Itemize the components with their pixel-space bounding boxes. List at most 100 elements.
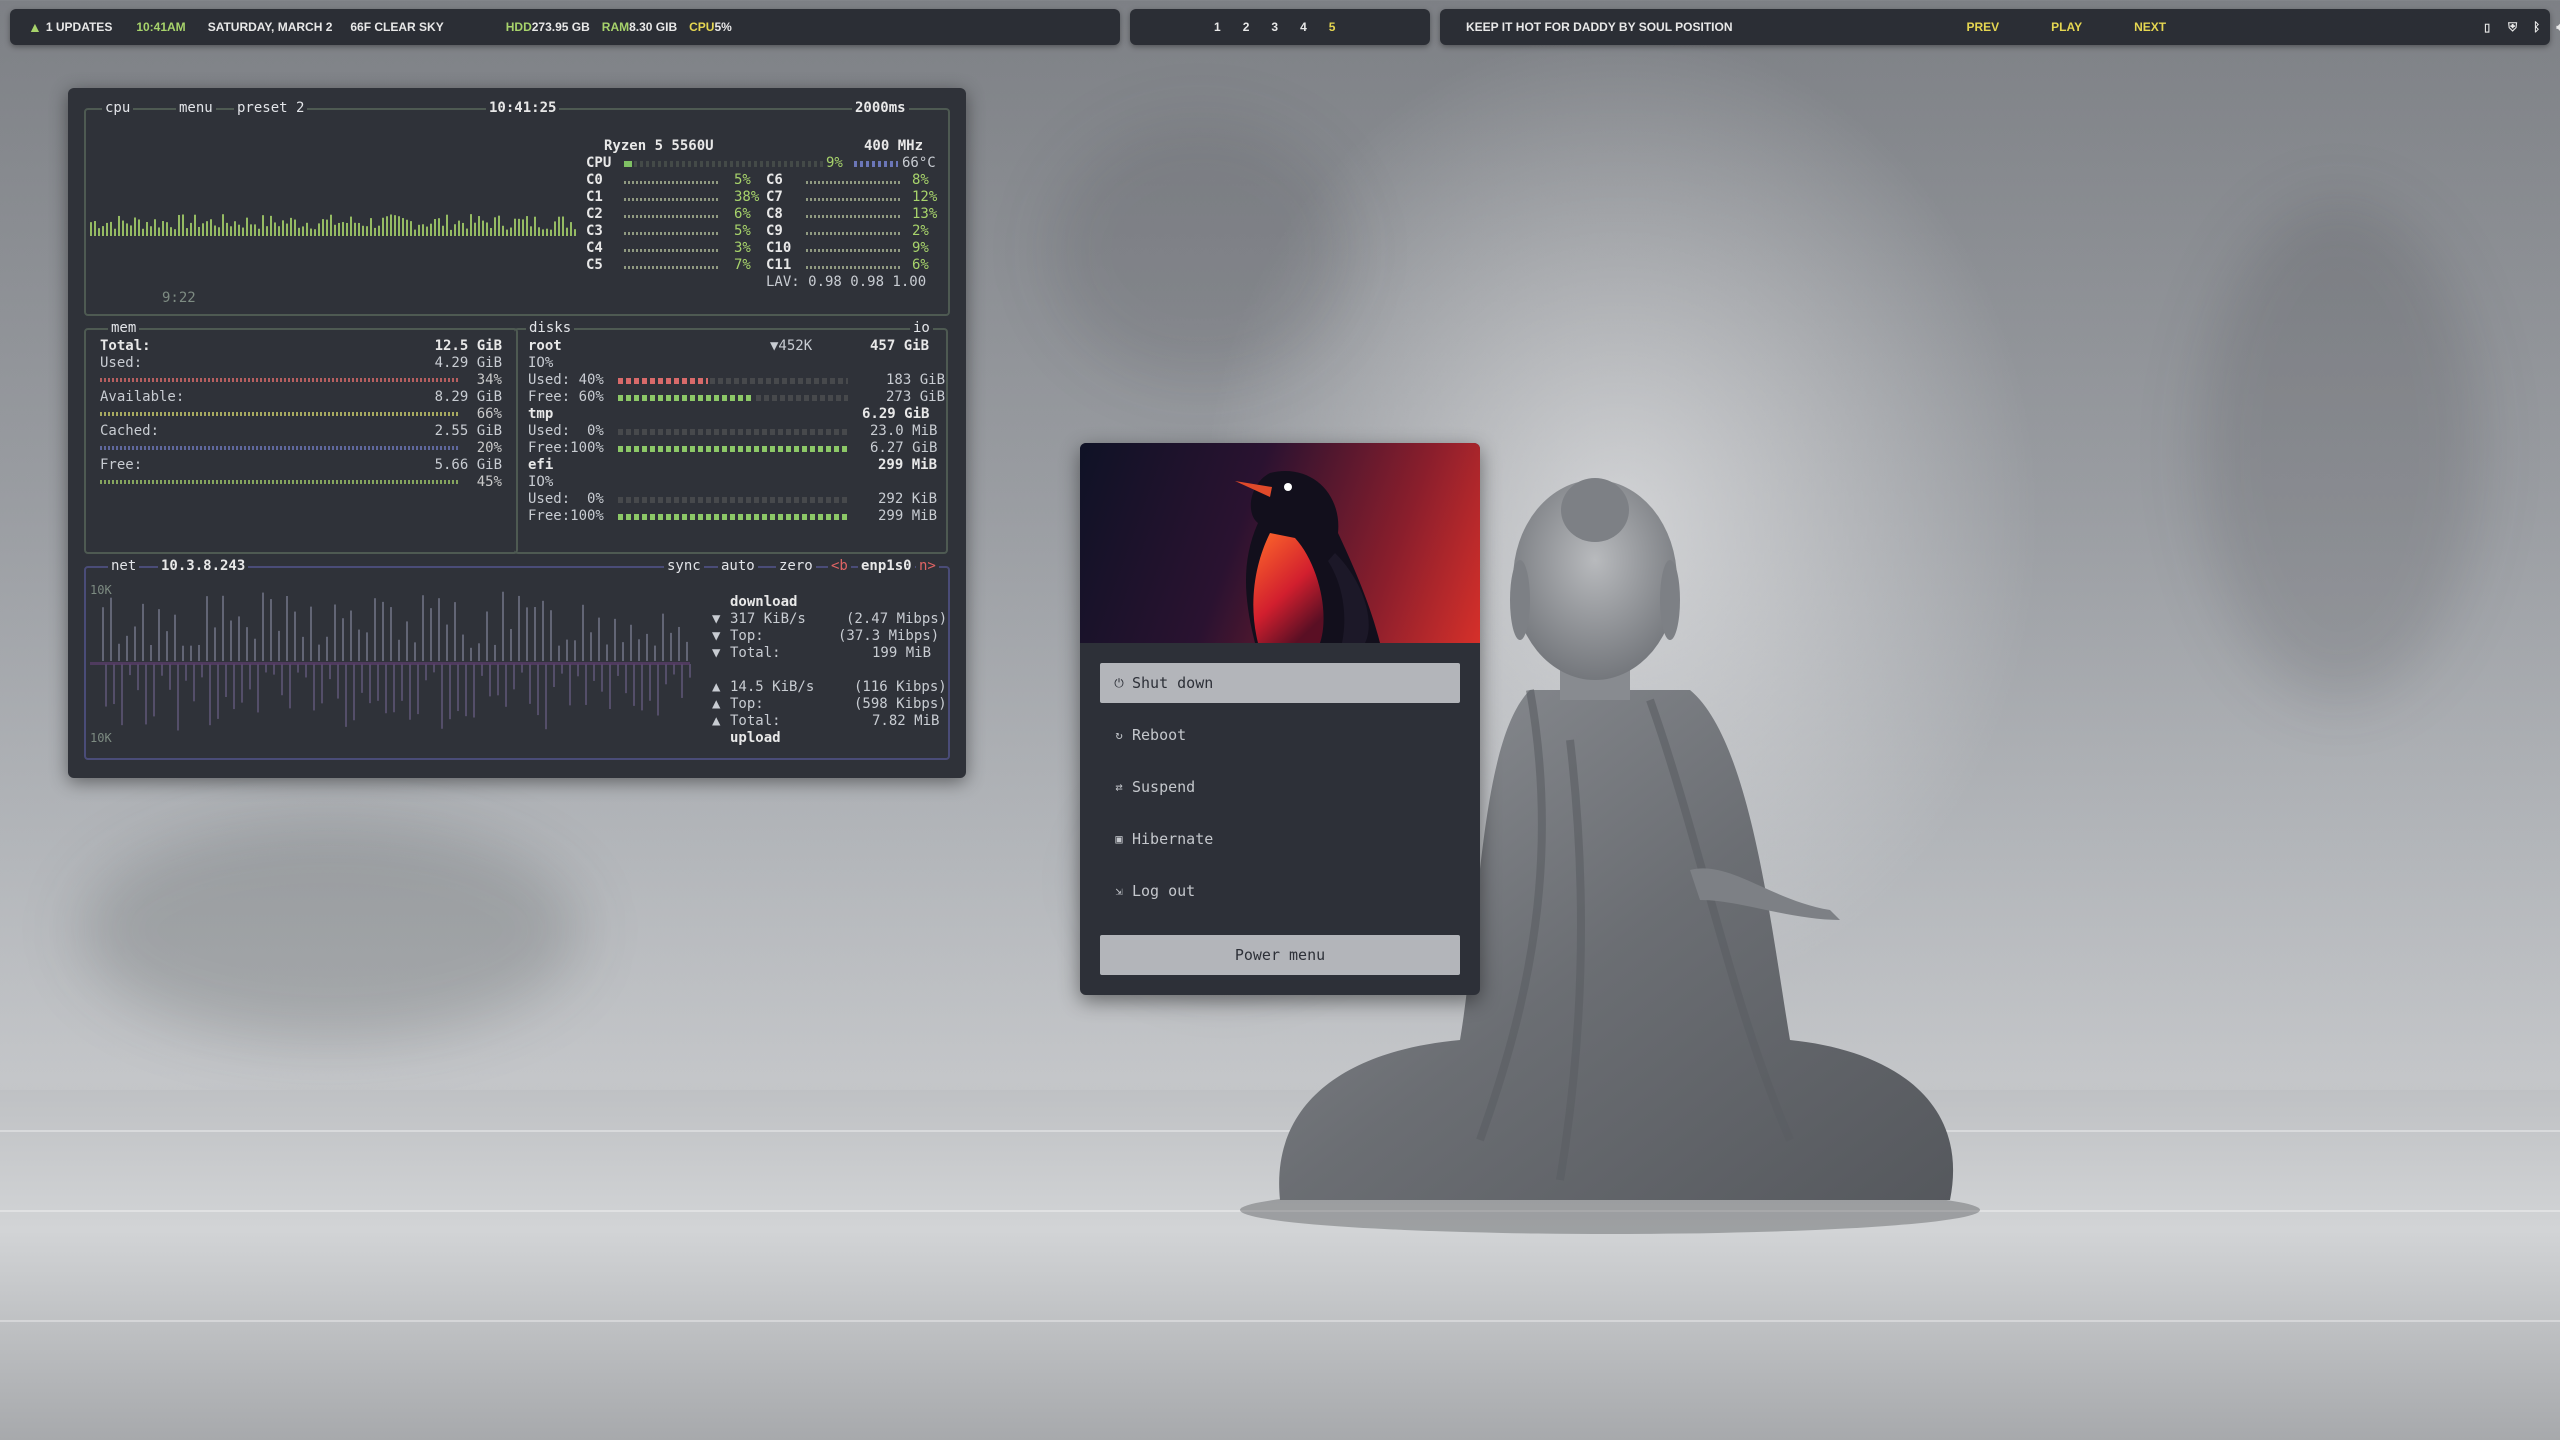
wall-shadow [1050, 120, 1350, 380]
core-pct: 13% [912, 206, 938, 222]
net-download-bar [598, 617, 600, 661]
menu-tab[interactable]: menu [176, 100, 216, 116]
mem-value: 12.5 GiB [434, 338, 502, 354]
power-menu-item-log-out[interactable]: ⇲ Log out [1100, 871, 1460, 911]
net-upload-bar [145, 664, 147, 725]
net-auto-toggle[interactable]: auto [718, 558, 758, 574]
net-upload-bar [489, 664, 491, 697]
cpu-graph-bar [422, 224, 424, 236]
cpu-graph-bar [470, 214, 472, 236]
load-average: LAV: 0.98 0.98 1.00 [766, 274, 927, 290]
arch-logo-icon[interactable]: ▲ [28, 19, 42, 35]
updates-indicator[interactable]: 1 UPDATES [46, 20, 112, 34]
cpu-graph-bar [182, 214, 184, 236]
net-download-bar [142, 603, 144, 661]
net-download-bar [286, 595, 288, 661]
net-upload-bar [465, 664, 467, 717]
cpu-graph-bar [186, 228, 188, 236]
cpu-graph-bar [350, 216, 352, 236]
cpu-graph-bar [270, 215, 272, 236]
net-box-title[interactable]: net [108, 558, 140, 574]
net-sync-toggle[interactable]: sync [664, 558, 704, 574]
net-upload-bar [649, 664, 651, 701]
battery-icon[interactable]: ▯ [2484, 21, 2490, 34]
power-menu-item-hibernate[interactable]: ▣ Hibernate [1100, 819, 1460, 859]
io-toggle[interactable]: io [910, 320, 933, 336]
cpu-box-title[interactable]: cpu [102, 100, 134, 116]
net-download-bar [518, 595, 520, 661]
disk-efi-free: Free:100% [528, 508, 604, 524]
workspace-4[interactable]: 4 [1300, 20, 1307, 34]
disk-efi-used: Used: 0% [528, 491, 604, 507]
btop-window[interactable]: cpu menu preset 2 10:41:25 2000ms 9:22 R… [68, 88, 966, 778]
cpu-graph-bar [402, 218, 404, 236]
power-menu-footer[interactable]: Power menu [1100, 935, 1460, 975]
net-graph [90, 591, 691, 731]
power-menu-item-reboot[interactable]: ↻ Reboot [1100, 715, 1460, 755]
net-download-bar [406, 621, 408, 661]
net-zero-toggle[interactable]: zero [776, 558, 816, 574]
workspace-5-active[interactable]: 5 [1329, 20, 1336, 34]
net-upload-bar [553, 664, 555, 688]
cpu-graph-bar [366, 226, 368, 236]
net-upload-bar [577, 664, 579, 677]
mem-box-title[interactable]: mem [108, 320, 140, 336]
prev-button[interactable]: PREV [1966, 20, 1999, 34]
update-interval[interactable]: 2000ms [852, 100, 909, 116]
power-menu-item-shut-down[interactable]: ⏻ Shut down [1100, 663, 1460, 703]
mem-label: Used: [100, 355, 143, 371]
cpu-graph-bar [426, 226, 428, 236]
volume-icon[interactable]: 🔊︎ [2556, 20, 2560, 35]
preset-tab[interactable]: preset 2 [234, 100, 308, 116]
cpu-graph-bar [222, 214, 224, 236]
workspace-3[interactable]: 3 [1271, 20, 1278, 34]
workspace-2[interactable]: 2 [1243, 20, 1250, 34]
net-upload-bar [385, 664, 387, 714]
mem-pct: 20% [476, 440, 502, 456]
cpu-graph-bar [346, 222, 348, 236]
net-download-bar [654, 645, 656, 661]
cpu-graph-bar [430, 223, 432, 236]
net-download-bar [510, 628, 512, 661]
net-download-bar [622, 642, 624, 661]
cpu-graph-bar [386, 216, 388, 236]
net-download-bar [542, 600, 544, 661]
cpu-graph-bar [298, 227, 300, 236]
net-upload-bar [305, 664, 307, 678]
shield-icon[interactable]: ⛨ [2508, 20, 2517, 35]
net-download-bar [470, 647, 472, 661]
net-download-bar [606, 644, 608, 661]
net-download-bar [230, 620, 232, 661]
clock[interactable]: 10:41AM [136, 20, 185, 34]
weather: 66F CLEAR SKY [350, 20, 444, 34]
cpu-graph-bar [546, 228, 548, 236]
disk-root-used-bar-empty [710, 378, 848, 384]
disks-box-title[interactable]: disks [526, 320, 575, 336]
mem-bar [100, 378, 460, 382]
net-upload-bar [369, 664, 371, 704]
net-download-bar [638, 639, 640, 661]
cpu-graph-bar [526, 216, 528, 236]
bluetooth-icon[interactable]: ᛒ [2533, 20, 2540, 34]
workspace-1[interactable]: 1 [1214, 20, 1221, 34]
dl-arrow-icon: ▼ [712, 611, 721, 627]
net-next-iface[interactable]: n> [916, 558, 939, 574]
net-upload-bar [433, 664, 435, 673]
power-menu-item-suspend[interactable]: ⇄ Suspend [1100, 767, 1460, 807]
net-upload-bar [665, 664, 667, 685]
cpu-graph-bar [118, 215, 120, 236]
play-button[interactable]: PLAY [2051, 20, 2082, 34]
next-button[interactable]: NEXT [2134, 20, 2166, 34]
net-download-bar [582, 604, 584, 661]
net-upload-bar [457, 664, 459, 712]
net-download-bar [574, 640, 576, 661]
net-prev-iface[interactable]: <b [828, 558, 851, 574]
mem-label: Free: [100, 457, 143, 473]
net-download-bar [206, 596, 208, 661]
net-ip: 10.3.8.243 [158, 558, 249, 574]
mem-value: 8.29 GiB [434, 389, 502, 405]
net-upload-bar [321, 664, 323, 704]
core-pct: 9% [912, 240, 929, 256]
cpu-graph-bar [278, 226, 280, 236]
net-download-bar [294, 611, 296, 661]
